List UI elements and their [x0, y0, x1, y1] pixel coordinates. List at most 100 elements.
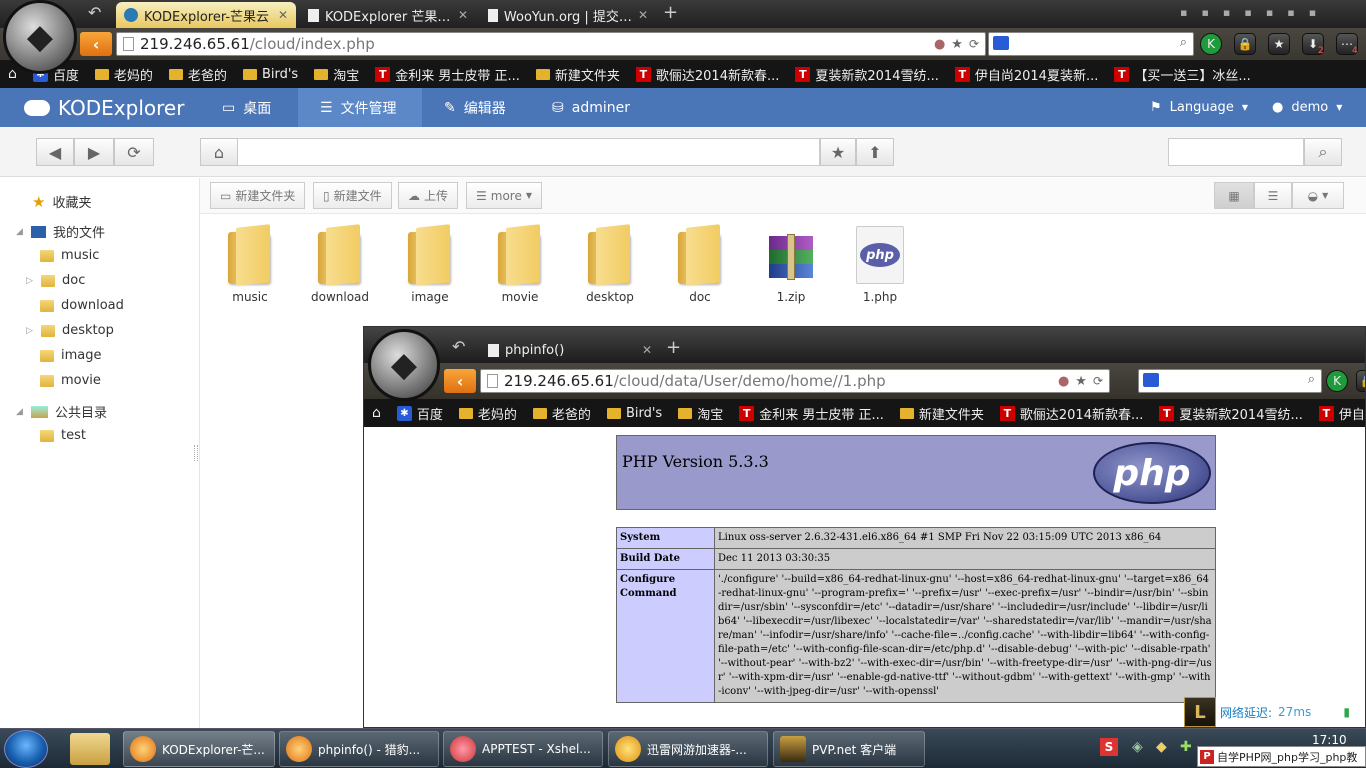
- more-button[interactable]: ☰ more ▼: [466, 182, 543, 209]
- brand[interactable]: KODExplorer: [24, 96, 184, 120]
- new-tab-button[interactable]: +: [663, 2, 678, 23]
- search-input[interactable]: ⌕: [988, 32, 1194, 56]
- upload-button[interactable]: ☁ 上传: [398, 182, 459, 209]
- taskbar-item-xshell[interactable]: APPTEST - Xshel...: [443, 731, 603, 767]
- tab-phpinfo[interactable]: phpinfo() ✕: [480, 337, 660, 363]
- tray-icon[interactable]: ✚: [1180, 739, 1192, 755]
- bookmark-item[interactable]: T 歌俪达2014新款春...: [999, 404, 1143, 423]
- collapse-arrow-icon[interactable]: ▷: [26, 326, 34, 336]
- file-folder-movie[interactable]: movie: [485, 224, 555, 304]
- bookmark-item[interactable]: T 金利来 男士皮带 正...: [739, 404, 884, 423]
- taskbar-item-pvp[interactable]: PVP.net 客户端: [773, 731, 925, 767]
- bookmark-item[interactable]: T伊自尚2014夏: [1318, 404, 1365, 423]
- lock-icon[interactable]: 🔒: [1234, 33, 1256, 55]
- tab-wooyun[interactable]: WooYun.org | 提交… ✕: [480, 2, 656, 28]
- bookmark-item[interactable]: ✱ 百度: [396, 404, 443, 423]
- tree-item-music[interactable]: music: [40, 248, 99, 263]
- home-icon[interactable]: ⌂: [372, 405, 381, 421]
- bookmark-item[interactable]: T 金利来 男士皮带 正...: [375, 65, 520, 84]
- bookmark-item[interactable]: 新建文件夹: [535, 65, 620, 84]
- back-tab-icon[interactable]: ↶: [452, 337, 465, 356]
- bookmark-item[interactable]: 新建文件夹: [899, 404, 984, 423]
- expand-arrow-icon[interactable]: ◢: [16, 227, 24, 237]
- new-tab-button[interactable]: +: [666, 337, 681, 358]
- tray-icon[interactable]: ◆: [1156, 739, 1167, 755]
- tree-public[interactable]: ◢ 公共目录: [16, 402, 107, 421]
- tab-kodexplorer-2[interactable]: KODExplorer 芒果… ✕: [300, 2, 476, 28]
- forward-button[interactable]: ▶: [74, 138, 114, 166]
- search-engine-icon[interactable]: [1143, 373, 1159, 387]
- refresh-icon[interactable]: ⟳: [969, 37, 979, 51]
- liebao-logo-icon[interactable]: ◆: [368, 329, 440, 401]
- bookmark-item[interactable]: T 歌俪达2014新款春...: [635, 65, 779, 84]
- star-icon[interactable]: ★: [951, 37, 963, 52]
- nav-file-manager[interactable]: ☰ 文件管理: [298, 88, 422, 127]
- window-controls[interactable]: ▪▪▪▪▪▪▪: [1180, 6, 1330, 19]
- bookmark-item[interactable]: T 【买一送三】冰丝...: [1114, 65, 1251, 84]
- file-folder-download[interactable]: download: [305, 224, 375, 304]
- bookmark-item[interactable]: Bird's: [242, 67, 298, 82]
- back-button[interactable]: ‹: [444, 369, 476, 393]
- search-icon[interactable]: ⌕: [1308, 372, 1315, 387]
- file-folder-music[interactable]: music: [215, 224, 285, 304]
- back-tab-icon[interactable]: ↶: [88, 3, 101, 22]
- taskbar-item-phpinfo[interactable]: phpinfo() - 猎豹...: [279, 731, 439, 767]
- file-php[interactable]: php 1.php: [845, 226, 915, 304]
- close-icon[interactable]: ✕: [638, 8, 648, 22]
- nav-adminer[interactable]: ⛁ adminer: [530, 88, 650, 127]
- search-icon[interactable]: ⌕: [1180, 35, 1187, 50]
- bookmark-item[interactable]: 老妈的: [458, 404, 517, 423]
- clock-time[interactable]: 17:10: [1312, 733, 1347, 747]
- refresh-button[interactable]: ⟳: [114, 138, 154, 166]
- close-icon[interactable]: ✕: [642, 343, 652, 357]
- user-menu[interactable]: ● demo ▼: [1262, 88, 1352, 127]
- tree-item-movie[interactable]: movie: [40, 373, 101, 388]
- list-view-button[interactable]: ☰: [1254, 182, 1292, 209]
- cookie-icon[interactable]: ●: [934, 37, 945, 52]
- nav-desktop[interactable]: ▭ 桌面: [200, 88, 298, 127]
- path-input[interactable]: [238, 138, 820, 166]
- expand-arrow-icon[interactable]: ◢: [16, 407, 24, 417]
- close-icon[interactable]: ✕: [278, 8, 288, 22]
- network-icon[interactable]: ◈: [1132, 739, 1143, 755]
- tree-my-files[interactable]: ◢ 我的文件: [16, 222, 105, 241]
- nav-editor[interactable]: ✎ 编辑器: [422, 88, 530, 127]
- file-folder-desktop[interactable]: desktop: [575, 224, 645, 304]
- back-button[interactable]: ◀: [36, 138, 74, 166]
- explorer-icon[interactable]: [70, 733, 110, 765]
- lock-icon[interactable]: 🔒: [1356, 370, 1365, 392]
- tree-item-desktop[interactable]: ▷ desktop: [26, 323, 114, 338]
- file-zip[interactable]: 1.zip: [756, 226, 826, 304]
- bookmark-item[interactable]: 老妈的: [94, 65, 153, 84]
- bookmark-item[interactable]: 淘宝: [678, 404, 723, 423]
- bookmark-item[interactable]: 淘宝: [314, 65, 359, 84]
- grid-view-button[interactable]: ▦: [1214, 182, 1254, 209]
- taskbar-item-kodexplorer[interactable]: KODExplorer-芒...: [123, 731, 275, 767]
- url-field[interactable]: 219.246.65.61/cloud/data/User/demo/home/…: [480, 369, 1110, 393]
- bookmark-item[interactable]: T 夏装新款2014雪纺...: [1159, 404, 1303, 423]
- bookmark-item[interactable]: 老爸的: [168, 65, 227, 84]
- cookie-icon[interactable]: ●: [1058, 374, 1069, 389]
- taskbar-item-xunlei[interactable]: 迅雷网游加速器-...: [608, 731, 768, 767]
- search-engine-icon[interactable]: [993, 36, 1009, 50]
- refresh-icon[interactable]: ⟳: [1093, 374, 1103, 388]
- tab-kodexplorer[interactable]: KODExplorer-芒果云 ✕: [116, 2, 296, 28]
- file-folder-image[interactable]: image: [395, 224, 465, 304]
- bookmark-item[interactable]: T 夏装新款2014雪纺...: [795, 65, 939, 84]
- resize-handle[interactable]: [194, 445, 198, 461]
- star-icon[interactable]: ★: [1075, 374, 1087, 389]
- search-button[interactable]: ⌕: [1304, 138, 1342, 166]
- file-folder-doc[interactable]: doc: [665, 224, 735, 304]
- sogou-icon[interactable]: S: [1100, 738, 1118, 756]
- home-icon[interactable]: ⌂: [8, 66, 17, 82]
- bookmark-item[interactable]: Bird's: [606, 406, 662, 421]
- url-field[interactable]: 219.246.65.61/cloud/index.php ● ★ ⟳: [116, 32, 986, 56]
- bookmark-item[interactable]: T 伊自尚2014夏装新...: [954, 65, 1098, 84]
- new-folder-button[interactable]: ▭ 新建文件夹: [210, 182, 306, 209]
- k-icon[interactable]: K: [1200, 33, 1222, 55]
- liebao-logo-icon[interactable]: ◆: [3, 0, 77, 74]
- new-file-button[interactable]: ▯ 新建文件: [313, 182, 392, 209]
- k-icon[interactable]: K: [1326, 370, 1348, 392]
- bookmark-item[interactable]: 老爸的: [532, 404, 591, 423]
- close-icon[interactable]: ✕: [458, 8, 468, 22]
